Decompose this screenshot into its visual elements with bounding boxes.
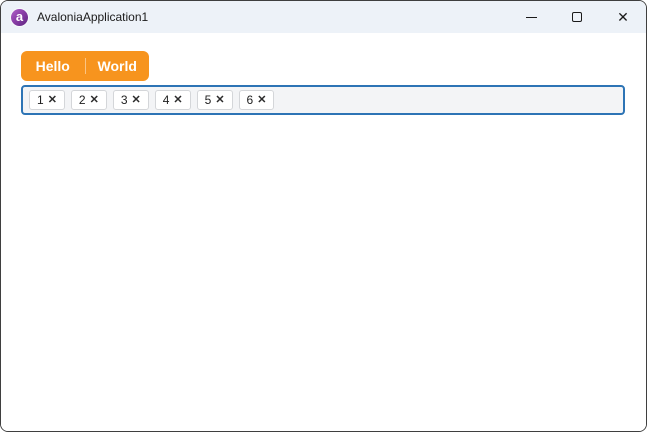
- window-content: Hello World 1 ✕ 2 ✕ 3 ✕ 4 ✕ 5 ✕ 6 ✕: [1, 33, 646, 431]
- tag-remove-icon[interactable]: ✕: [48, 94, 57, 106]
- close-icon: ✕: [617, 9, 629, 25]
- tag-remove-icon[interactable]: ✕: [215, 94, 224, 106]
- tag-remove-icon[interactable]: ✕: [173, 94, 182, 106]
- avalonia-logo-icon: a: [11, 8, 28, 26]
- caption-buttons: ✕: [508, 1, 646, 33]
- tag-chip: 2 ✕: [70, 90, 107, 110]
- tag-label: 6: [246, 93, 254, 107]
- window-title: AvaloniaApplication1: [37, 10, 149, 24]
- minimize-icon: [525, 16, 537, 18]
- tag-remove-icon[interactable]: ✕: [132, 94, 141, 106]
- maximize-button[interactable]: [554, 1, 600, 33]
- tag-label: 4: [162, 93, 170, 107]
- tag-label: 2: [78, 93, 86, 107]
- tag-chip: 5 ✕: [196, 90, 233, 110]
- maximize-icon: [572, 12, 582, 22]
- tag-remove-icon[interactable]: ✕: [90, 94, 99, 106]
- tag-chip: 3 ✕: [112, 90, 149, 110]
- tag-chip: 6 ✕: [238, 90, 275, 110]
- titlebar[interactable]: a AvaloniaApplication1 ✕: [1, 1, 646, 33]
- tag-label: 3: [120, 93, 128, 107]
- close-button[interactable]: ✕: [600, 1, 646, 33]
- tag-label: 5: [204, 93, 212, 107]
- tag-chip: 1 ✕: [29, 90, 65, 110]
- minimize-button[interactable]: [508, 1, 554, 33]
- tag-input[interactable]: 1 ✕ 2 ✕ 3 ✕ 4 ✕ 5 ✕ 6 ✕: [21, 85, 625, 115]
- hello-button[interactable]: Hello: [21, 51, 85, 81]
- tag-label: 1: [37, 93, 44, 107]
- world-button[interactable]: World: [86, 51, 150, 81]
- app-window: a AvaloniaApplication1 ✕ Hello World 1 ✕: [0, 0, 647, 432]
- hello-world-split-button: Hello World: [21, 51, 149, 81]
- tag-chip: 4 ✕: [154, 90, 191, 110]
- tag-remove-icon[interactable]: ✕: [257, 94, 266, 106]
